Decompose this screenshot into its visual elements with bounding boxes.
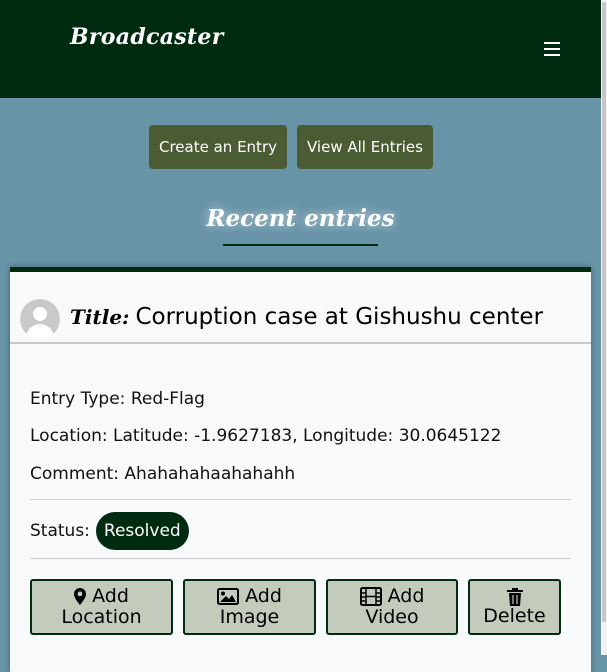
add-image-line2: Image <box>219 606 280 628</box>
scrollbar-thumb[interactable] <box>602 2 606 622</box>
add-video-button[interactable]: Add Video <box>326 579 458 635</box>
image-icon <box>217 588 240 605</box>
entry-location: Location: Latitude: -1.9627183, Longitud… <box>30 426 502 446</box>
section-title: Recent entries <box>206 205 395 232</box>
page-scrollbar[interactable] <box>601 0 607 655</box>
map-marker-icon <box>74 588 87 605</box>
entry-actions: Create an Entry View All Entries <box>149 125 433 169</box>
status-label: Status: <box>30 521 90 541</box>
delete-label: Delete <box>483 604 546 627</box>
add-video-line2: Video <box>365 606 419 628</box>
divider <box>30 558 571 559</box>
entry-title-prefix: Title: <box>70 305 130 329</box>
entry-type: Entry Type: Red-Flag <box>30 389 205 409</box>
add-image-button[interactable]: Add Image <box>183 579 316 635</box>
top-navbar: Broadcaster <box>0 0 601 98</box>
brand-logo[interactable]: Broadcaster <box>70 24 224 50</box>
film-icon <box>359 587 382 606</box>
add-location-line1: Add <box>92 585 129 607</box>
entry-comment: Comment: Ahahahahaahahahh <box>30 464 296 484</box>
status-row: Status: Resolved <box>30 512 189 550</box>
entry-title-line: Title: Corruption case at Gishushu cente… <box>70 304 543 330</box>
divider <box>30 499 571 500</box>
create-entry-button[interactable]: Create an Entry <box>149 125 287 169</box>
section-title-underline <box>223 244 378 246</box>
delete-button[interactable]: Delete <box>468 579 561 635</box>
hamburger-menu-icon[interactable] <box>544 42 560 56</box>
entry-card-header: Title: Corruption case at Gishushu cente… <box>10 272 591 344</box>
add-video-line1: Add <box>387 585 425 607</box>
status-badge: Resolved <box>95 512 189 550</box>
entry-card: Title: Corruption case at Gishushu cente… <box>10 267 591 672</box>
add-image-line1: Add <box>245 585 282 607</box>
add-location-button[interactable]: Add Location <box>30 579 173 635</box>
trash-icon <box>506 587 523 606</box>
user-avatar-icon <box>20 299 60 339</box>
entry-card-actions: Add Location Add Image Add Video Delete <box>30 579 561 635</box>
view-all-entries-button[interactable]: View All Entries <box>297 125 433 169</box>
entry-title: Corruption case at Gishushu center <box>135 304 544 330</box>
add-location-line2: Location <box>61 606 142 628</box>
